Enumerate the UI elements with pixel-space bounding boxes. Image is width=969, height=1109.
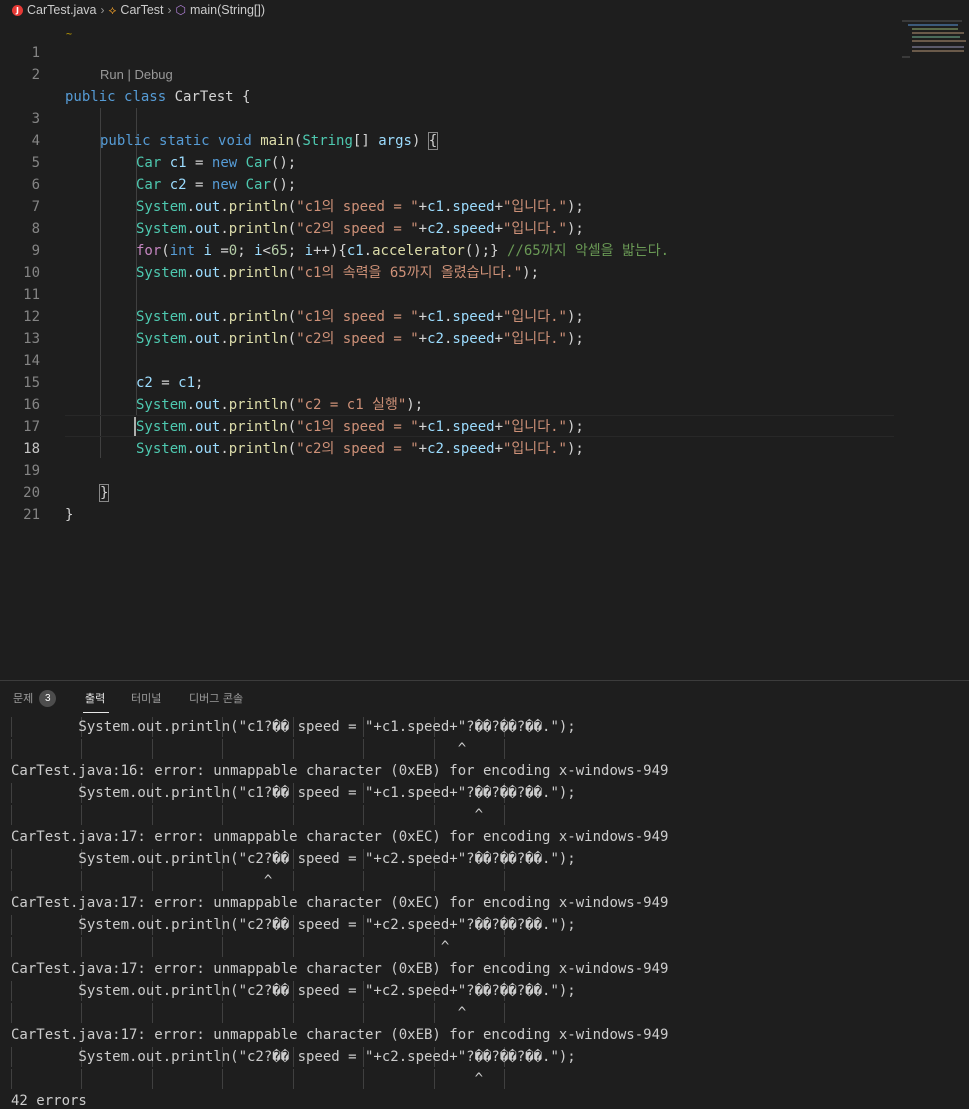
chevron-right-icon: › xyxy=(100,3,105,17)
output-panel[interactable]: System.out.println("c1?�� speed = "+c1.s… xyxy=(0,714,969,1109)
line-number: 2 xyxy=(31,67,40,83)
tab-output-label: 출력 xyxy=(85,692,106,705)
tab-output[interactable]: 출력 xyxy=(85,689,105,707)
output-line: ^ xyxy=(11,1071,484,1087)
breadcrumb-class[interactable]: ⟡ CarTest xyxy=(108,3,163,18)
breadcrumb: J CarTest.java › ⟡ CarTest › ⬡ main(Stri… xyxy=(0,0,969,20)
code-line: 19 } xyxy=(0,438,969,502)
code-text: } xyxy=(65,507,74,523)
code-line: 5 Car c2 = new Car(); xyxy=(0,130,969,193)
chevron-right-icon: › xyxy=(167,3,172,17)
java-file-icon: J xyxy=(12,4,23,16)
output-line: ^ xyxy=(11,873,273,889)
code-line: 12 System.out.println("c2의 speed = "+c2.… xyxy=(0,284,969,347)
line-number: 21 xyxy=(23,507,40,523)
tab-guide xyxy=(504,871,505,891)
breadcrumb-method-label: main(String[]) xyxy=(189,3,266,17)
code-line: 3 public static void main(String[] args)… xyxy=(0,86,969,150)
code-line: 15 System.out.println("c2 = c1 실행"); xyxy=(0,350,969,413)
code-line: 9 System.out.println("c1의 속력을 65까지 올렸습니다… xyxy=(0,218,969,281)
breadcrumb-class-label: CarTest xyxy=(120,3,164,17)
code-line: 1 ~ xyxy=(0,20,969,61)
code-editor[interactable]: 1 ~ 2 public class CarTest { Run | Debug… xyxy=(0,20,969,680)
code-line: 18 xyxy=(0,416,969,457)
panel-tab-bar: 문제 3 출력 터미널 디버그 콘솔 xyxy=(0,680,969,714)
method-cube-icon: ⬡ xyxy=(175,3,186,17)
output-line: System.out.println("c2?�� speed = "+c2.s… xyxy=(11,983,576,999)
tab-debug-console-label: 디버그 콘솔 xyxy=(189,692,244,705)
output-line: CarTest.java:17: error: unmappable chara… xyxy=(11,961,669,977)
code-line: 8 for(int i =0; i<65; i++){c1.accelerato… xyxy=(0,196,969,259)
problems-count-badge: 3 xyxy=(39,689,57,707)
code-line: 6 System.out.println("c1의 speed = "+c1.s… xyxy=(0,152,969,215)
codelens-run-debug[interactable]: Run | Debug xyxy=(100,64,173,86)
tab-guide xyxy=(504,1069,505,1089)
code-line: 11 System.out.println("c1의 speed = "+c1.… xyxy=(0,262,969,325)
tab-guide xyxy=(504,739,505,759)
code-line: 21 xyxy=(0,482,969,523)
output-line: ^ xyxy=(11,741,467,757)
class-icon: ⟡ xyxy=(108,2,117,17)
tab-guide xyxy=(504,805,505,825)
breadcrumb-file[interactable]: J CarTest.java xyxy=(12,3,96,17)
output-line: CarTest.java:16: error: unmappable chara… xyxy=(11,763,669,779)
code-line: 20 } xyxy=(0,460,969,523)
code-line: 14 c2 = c1; xyxy=(0,328,969,391)
tab-guide xyxy=(434,871,435,891)
code-line: 10 xyxy=(0,240,969,281)
active-tab-indicator xyxy=(83,712,109,713)
output-line: 42 errors xyxy=(11,1093,87,1109)
tab-guide xyxy=(504,937,505,957)
output-line: System.out.println("c1?�� speed = "+c1.s… xyxy=(11,785,576,801)
output-line: System.out.println("c2?�� speed = "+c2.s… xyxy=(11,917,576,933)
tab-problems-label: 문제 xyxy=(13,692,34,705)
output-line: ^ xyxy=(11,939,450,955)
code-line: 2 public class CarTest { xyxy=(0,42,969,105)
code-line: 4 Car c1 = new Car(); xyxy=(0,108,969,171)
output-line: CarTest.java:17: error: unmappable chara… xyxy=(11,829,669,845)
code-line: 7 System.out.println("c2의 speed = "+c2.s… xyxy=(0,174,969,237)
tab-guide xyxy=(504,1003,505,1023)
output-line: CarTest.java:17: error: unmappable chara… xyxy=(11,1027,669,1043)
tab-debug-console[interactable]: 디버그 콘솔 xyxy=(189,689,243,707)
tab-problems[interactable]: 문제 3 xyxy=(13,689,57,707)
breadcrumb-file-label: CarTest.java xyxy=(27,3,97,17)
output-line: ^ xyxy=(11,807,484,823)
output-line: ^ xyxy=(11,1005,467,1021)
code-line: 17 System.out.println("c2의 speed = "+c2.… xyxy=(0,394,969,457)
output-line: System.out.println("c2?�� speed = "+c2.s… xyxy=(11,851,576,867)
code-line: 16 System.out.println("c1의 speed = "+c1.… xyxy=(0,372,969,435)
tab-terminal[interactable]: 터미널 xyxy=(131,689,161,707)
output-line: CarTest.java:17: error: unmappable chara… xyxy=(11,895,669,911)
tab-terminal-label: 터미널 xyxy=(131,692,162,705)
breadcrumb-method[interactable]: ⬡ main(String[]) xyxy=(176,3,266,17)
tab-guide xyxy=(293,871,294,891)
tab-guide xyxy=(363,871,364,891)
output-line: System.out.println("c1?�� speed = "+c1.s… xyxy=(11,719,576,735)
output-line: System.out.println("c2?�� speed = "+c2.s… xyxy=(11,1049,576,1065)
code-line: 13 xyxy=(0,306,969,347)
